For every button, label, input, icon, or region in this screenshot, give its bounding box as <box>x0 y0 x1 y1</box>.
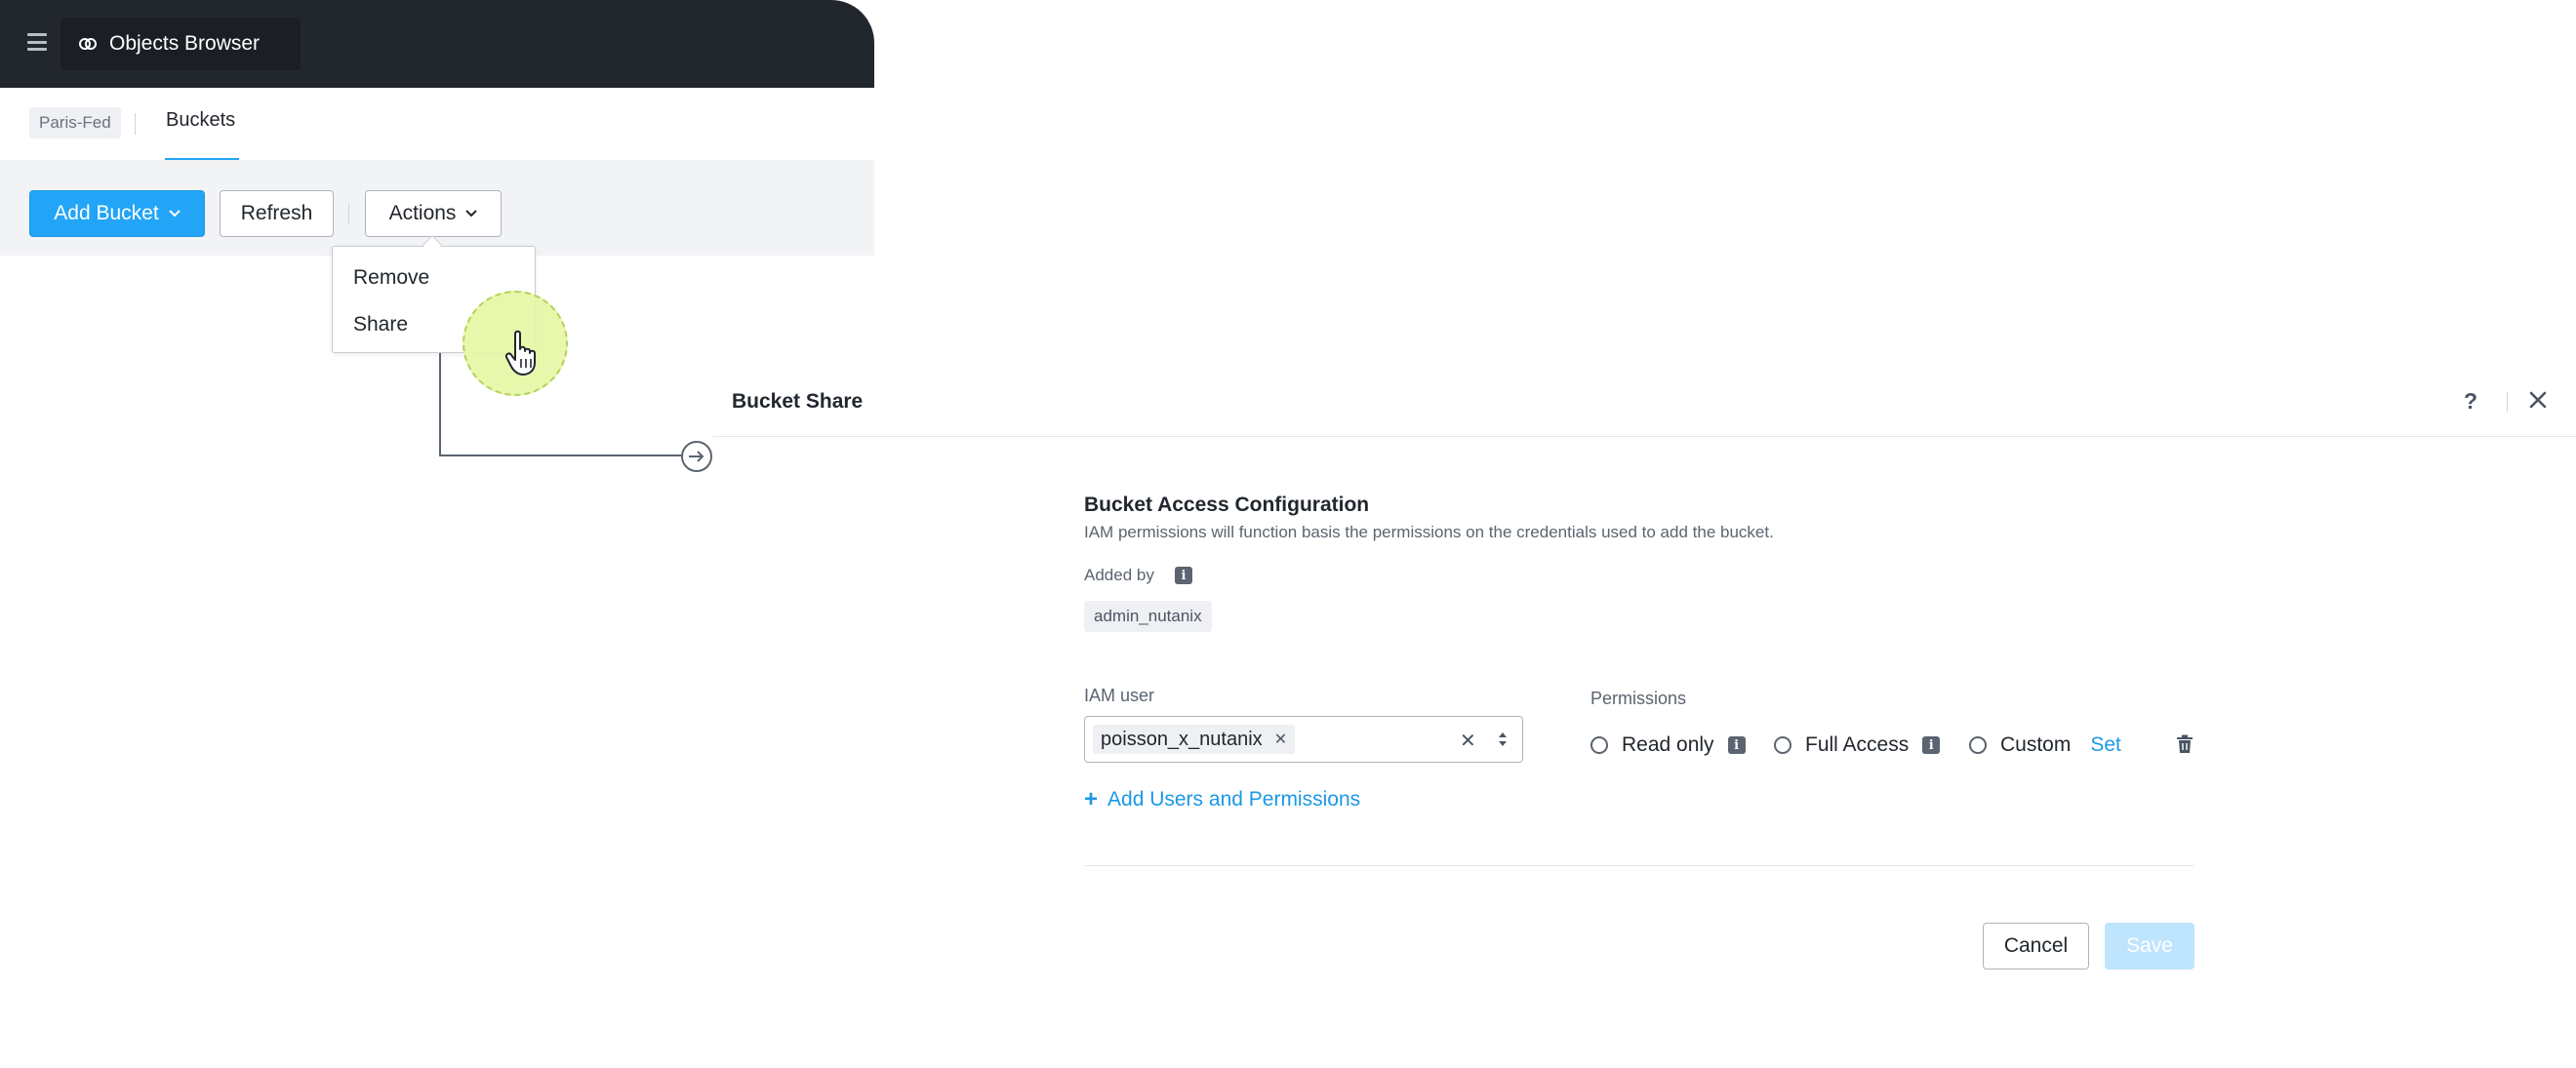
modal-header-divider <box>712 436 2576 437</box>
radio-button[interactable] <box>1774 736 1791 754</box>
objects-browser-panel: Objects Browser Paris-Fed Buckets Add Bu… <box>0 0 874 256</box>
clear-icon[interactable]: ✕ <box>1460 729 1476 753</box>
menu-item-remove[interactable]: Remove <box>353 266 429 290</box>
radio-read-only[interactable]: Read only i <box>1590 733 1746 757</box>
plus-icon: + <box>1084 786 1099 812</box>
info-icon[interactable]: i <box>1922 736 1941 754</box>
chevron-down-icon <box>465 210 478 218</box>
iam-user-label: IAM user <box>1084 686 1155 705</box>
radio-label: Full Access <box>1805 733 1910 756</box>
custom-set-link[interactable]: Set <box>2090 733 2121 757</box>
actions-button[interactable]: Actions <box>365 190 502 237</box>
iam-user-tag: poisson_x_nutanix ✕ <box>1093 725 1296 754</box>
menu-item-share[interactable]: Share <box>353 313 408 336</box>
radio-button[interactable] <box>1590 736 1608 754</box>
remove-tag-icon[interactable]: ✕ <box>1274 730 1287 749</box>
hand-cursor-icon <box>504 330 536 376</box>
chevron-down-icon <box>168 210 181 218</box>
app-title: Objects Browser <box>109 32 261 55</box>
add-bucket-button[interactable]: Add Bucket <box>29 190 205 237</box>
add-bucket-label: Add Bucket <box>54 202 159 224</box>
flow-connector <box>439 455 683 456</box>
radio-full-access[interactable]: Full Access i <box>1774 733 1941 757</box>
objects-icon <box>79 38 97 50</box>
breadcrumb: Paris-Fed Buckets <box>0 88 874 161</box>
added-by-value: admin_nutanix <box>1084 601 1212 632</box>
add-users-label: Add Users and Permissions <box>1107 788 1361 811</box>
refresh-button[interactable]: Refresh <box>220 190 334 237</box>
section-title: Bucket Access Configuration <box>1084 494 1370 516</box>
header-divider <box>2507 392 2508 412</box>
info-icon[interactable]: i <box>1727 736 1746 754</box>
app-switcher[interactable]: Objects Browser <box>60 18 301 70</box>
radio-button[interactable] <box>1969 736 1987 754</box>
add-users-link[interactable]: + Add Users and Permissions <box>1084 786 1360 813</box>
context-chip[interactable]: Paris-Fed <box>29 107 121 138</box>
toolbar-divider <box>348 203 349 224</box>
actions-label: Actions <box>388 202 457 224</box>
tab-buckets[interactable]: Buckets <box>166 109 235 132</box>
sort-caret-icon[interactable] <box>1497 730 1509 749</box>
section-description: IAM permissions will function basis the … <box>1084 523 1774 541</box>
top-bar: Objects Browser <box>0 0 874 88</box>
radio-custom[interactable]: Custom Set <box>1969 733 2121 757</box>
help-icon[interactable]: ? <box>2464 388 2477 415</box>
trash-icon[interactable] <box>2176 734 2194 754</box>
iam-user-select[interactable]: poisson_x_nutanix ✕ ✕ <box>1084 716 1523 763</box>
info-icon[interactable]: i <box>1175 567 1192 584</box>
close-icon[interactable] <box>2526 388 2550 412</box>
permissions-label: Permissions <box>1590 689 1687 708</box>
modal-title: Bucket Share <box>732 390 864 413</box>
radio-label: Custom <box>2000 733 2072 756</box>
cancel-button[interactable]: Cancel <box>1983 923 2089 969</box>
flow-connector <box>439 353 441 456</box>
iam-user-tag-label: poisson_x_nutanix <box>1101 728 1263 750</box>
breadcrumb-divider <box>135 113 136 135</box>
added-by-label: Added by <box>1084 566 1154 584</box>
menu-icon[interactable] <box>27 33 47 51</box>
save-button[interactable]: Save <box>2105 923 2194 969</box>
radio-label: Read only <box>1622 733 1714 756</box>
arrow-right-circle-icon <box>681 441 712 472</box>
footer-divider <box>1084 865 2194 866</box>
